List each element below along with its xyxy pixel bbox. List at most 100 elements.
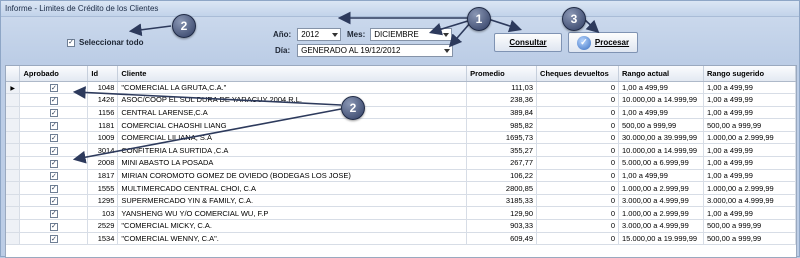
current-range-cell[interactable]: 1,00 a 499,99 bbox=[618, 169, 704, 183]
suggested-range-cell[interactable]: 500,00 a 999,99 bbox=[703, 118, 796, 132]
row-selector[interactable] bbox=[6, 143, 21, 158]
row-selector[interactable] bbox=[6, 106, 21, 120]
row-selector[interactable] bbox=[6, 118, 21, 132]
current-range-cell[interactable]: 10.000,00 a 14.999,99 bbox=[618, 93, 704, 107]
id-cell[interactable]: 2529 bbox=[87, 219, 119, 233]
id-cell[interactable]: 1426 bbox=[87, 93, 119, 107]
approved-checkbox[interactable]: ✓ bbox=[49, 222, 58, 231]
approved-cell[interactable]: ✓ bbox=[19, 194, 89, 208]
cheques-cell[interactable]: 0 bbox=[536, 219, 620, 233]
select-all-checkbox[interactable]: ✓ bbox=[67, 38, 75, 47]
row-selector[interactable] bbox=[6, 131, 21, 145]
cheques-cell[interactable]: 0 bbox=[536, 131, 620, 145]
current-range-cell[interactable]: 500,00 a 999,99 bbox=[618, 118, 704, 132]
id-cell[interactable]: 1048 bbox=[87, 81, 119, 95]
suggested-range-cell[interactable]: 1.000,00 a 2.999,99 bbox=[703, 181, 796, 195]
header-id[interactable]: Id bbox=[87, 66, 119, 82]
avg-cell[interactable]: 267,77 bbox=[466, 156, 538, 170]
approved-cell[interactable]: ✓ bbox=[19, 232, 89, 246]
header-aprobado[interactable]: Aprobado bbox=[19, 66, 89, 82]
table-row[interactable]: ✓ 1295 SUPERMERCADO YIN & FAMILY, C.A. 3185… bbox=[6, 194, 796, 208]
cheques-cell[interactable]: 0 bbox=[536, 194, 620, 208]
id-cell[interactable]: 1295 bbox=[87, 194, 119, 208]
clients-grid[interactable]: Aprobado Id Cliente Promedio Cheques dev… bbox=[5, 65, 797, 258]
approved-checkbox[interactable]: ✓ bbox=[49, 197, 58, 206]
avg-cell[interactable]: 3185,33 bbox=[466, 194, 538, 208]
approved-cell[interactable]: ✓ bbox=[19, 131, 89, 145]
row-selector[interactable] bbox=[6, 181, 21, 195]
approved-checkbox[interactable]: ✓ bbox=[49, 84, 58, 93]
cheques-cell[interactable]: 0 bbox=[536, 106, 620, 120]
current-range-cell[interactable]: 5.000,00 a 6.999,99 bbox=[618, 156, 704, 170]
consultar-button[interactable]: Consultar bbox=[494, 33, 562, 52]
row-selector[interactable] bbox=[6, 169, 21, 183]
suggested-range-cell[interactable]: 500,00 a 999,99 bbox=[703, 232, 796, 246]
client-cell[interactable]: CONFITERIA LA SURTIDA ,C.A bbox=[117, 143, 468, 158]
approved-cell[interactable]: ✓ bbox=[19, 169, 89, 183]
table-row[interactable]: ✓ 1555 MULTIMERCADO CENTRAL CHOI, C.A 2800,… bbox=[6, 181, 796, 195]
id-cell[interactable]: 1156 bbox=[87, 106, 119, 120]
cheques-cell[interactable]: 0 bbox=[536, 181, 620, 195]
approved-cell[interactable]: ✓ bbox=[19, 156, 89, 170]
current-range-cell[interactable]: 1.000,00 a 2.999,99 bbox=[618, 181, 704, 195]
table-row[interactable]: ▶ ✓ 1048 "COMERCIAL LA GRUTA,C.A." 111,03 0 1,… bbox=[6, 81, 796, 95]
client-cell[interactable]: CENTRAL LARENSE,C.A bbox=[117, 106, 468, 120]
table-row[interactable]: ✓ 2008 MINI ABASTO LA POSADA 267,77 0 5.000,0… bbox=[6, 156, 796, 170]
id-cell[interactable]: 1181 bbox=[87, 118, 119, 132]
suggested-range-cell[interactable]: 1,00 a 499,99 bbox=[703, 106, 796, 120]
id-cell[interactable]: 1555 bbox=[87, 181, 119, 195]
approved-checkbox[interactable]: ✓ bbox=[49, 159, 58, 168]
procesar-button[interactable]: ✓ Procesar bbox=[568, 32, 638, 53]
suggested-range-cell[interactable]: 1,00 a 499,99 bbox=[703, 143, 796, 158]
avg-cell[interactable]: 106,22 bbox=[466, 169, 538, 183]
approved-cell[interactable]: ✓ bbox=[19, 118, 89, 132]
current-range-cell[interactable]: 1,00 a 499,99 bbox=[618, 106, 704, 120]
current-range-cell[interactable]: 1.000,00 a 2.999,99 bbox=[618, 206, 704, 221]
client-cell[interactable]: MINI ABASTO LA POSADA bbox=[117, 156, 468, 170]
suggested-range-cell[interactable]: 1,00 a 499,99 bbox=[703, 156, 796, 170]
approved-cell[interactable]: ✓ bbox=[19, 219, 89, 233]
avg-cell[interactable]: 129,90 bbox=[466, 206, 538, 221]
table-row[interactable]: ✓ 1009 COMERCIAL LILIANA, S.A 1695,73 0 30.00… bbox=[6, 131, 796, 145]
month-select[interactable]: DICIEMBRE bbox=[370, 28, 453, 41]
current-range-cell[interactable]: 1,00 a 499,99 bbox=[618, 81, 704, 95]
avg-cell[interactable]: 1695,73 bbox=[466, 131, 538, 145]
id-cell[interactable]: 1817 bbox=[87, 169, 119, 183]
approved-checkbox[interactable]: ✓ bbox=[49, 147, 58, 156]
approved-checkbox[interactable]: ✓ bbox=[49, 109, 58, 118]
avg-cell[interactable]: 2800,85 bbox=[466, 181, 538, 195]
row-selector[interactable] bbox=[6, 219, 21, 233]
cheques-cell[interactable]: 0 bbox=[536, 206, 620, 221]
cheques-cell[interactable]: 0 bbox=[536, 156, 620, 170]
cheques-cell[interactable]: 0 bbox=[536, 118, 620, 132]
cheques-cell[interactable]: 0 bbox=[536, 93, 620, 107]
suggested-range-cell[interactable]: 1,00 a 499,99 bbox=[703, 206, 796, 221]
avg-cell[interactable]: 111,03 bbox=[466, 81, 538, 95]
current-range-cell[interactable]: 10.000,00 a 14.999,99 bbox=[618, 143, 704, 158]
client-cell[interactable]: MIRIAN COROMOTO GOMEZ DE OVIEDO (BODEGAS… bbox=[117, 169, 468, 183]
id-cell[interactable]: 103 bbox=[87, 206, 119, 221]
suggested-range-cell[interactable]: 500,00 a 999,99 bbox=[703, 219, 796, 233]
avg-cell[interactable]: 355,27 bbox=[466, 143, 538, 158]
avg-cell[interactable]: 903,33 bbox=[466, 219, 538, 233]
avg-cell[interactable]: 985,82 bbox=[466, 118, 538, 132]
client-cell[interactable]: SUPERMERCADO YIN & FAMILY, C.A. bbox=[117, 194, 468, 208]
id-cell[interactable]: 2008 bbox=[87, 156, 119, 170]
client-cell[interactable]: COMERCIAL CHAOSHI LIANG bbox=[117, 118, 468, 132]
cheques-cell[interactable]: 0 bbox=[536, 143, 620, 158]
table-row[interactable]: ✓ 1156 CENTRAL LARENSE,C.A 389,84 0 1,00 a 49… bbox=[6, 106, 796, 120]
table-row[interactable]: ✓ 1426 ASOC/COOP EL SOL DURA DE YARACUY 20… bbox=[6, 93, 796, 107]
suggested-range-cell[interactable]: 3.000,00 a 4.999,99 bbox=[703, 194, 796, 208]
id-cell[interactable]: 1534 bbox=[87, 232, 119, 246]
approved-checkbox[interactable]: ✓ bbox=[49, 121, 58, 130]
current-range-cell[interactable]: 15.000,00 a 19.999,99 bbox=[618, 232, 704, 246]
approved-cell[interactable]: ✓ bbox=[19, 181, 89, 195]
row-selector[interactable] bbox=[6, 93, 21, 107]
suggested-range-cell[interactable]: 1,00 a 499,99 bbox=[703, 93, 796, 107]
header-cheques[interactable]: Cheques devueltos bbox=[536, 66, 620, 82]
header-cliente[interactable]: Cliente bbox=[117, 66, 468, 82]
cheques-cell[interactable]: 0 bbox=[536, 169, 620, 183]
select-all-control[interactable]: ✓ Seleccionar todo bbox=[67, 38, 143, 47]
table-row[interactable]: ✓ 103 YANSHENG WU Y/O COMERCIAL WU, F.P 129… bbox=[6, 206, 796, 221]
client-cell[interactable]: "COMERCIAL WENNY, C.A". bbox=[117, 232, 468, 246]
